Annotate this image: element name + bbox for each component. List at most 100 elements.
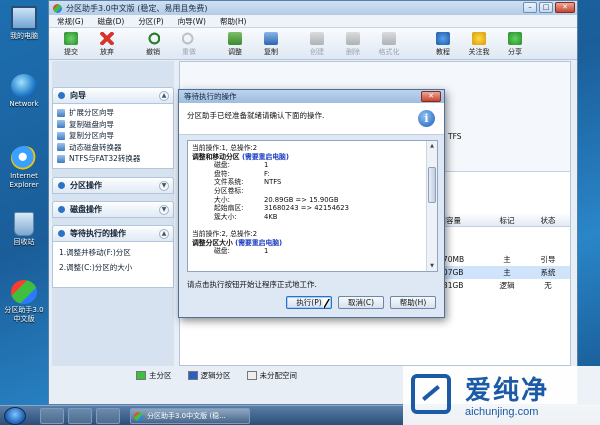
wizard-item-copy-disk[interactable]: 复制磁盘向导 (57, 119, 169, 131)
menu-help[interactable]: 帮助(H) (220, 16, 247, 27)
taskbar-task-partition-assistant[interactable]: 分区助手3.0中文版 (稳... (130, 408, 250, 424)
extend-wizard-icon (57, 108, 65, 117)
op-field: 分区卷标: (192, 187, 424, 196)
scroll-down-icon[interactable]: ▼ (427, 261, 437, 271)
info-icon: i (418, 110, 435, 127)
partition-assistant-icon (11, 280, 37, 304)
start-button[interactable] (4, 407, 26, 425)
pending-op-item[interactable]: 2.调整(C:)分区的大小 (57, 262, 169, 274)
pending-ops-title: 等待执行的操作 (70, 228, 126, 238)
menu-wizard[interactable]: 向导(W) (178, 16, 206, 27)
delete-button[interactable]: 删除 (335, 32, 371, 59)
wizard-item-label: NTFS与FAT32转换器 (69, 154, 141, 164)
follow-label: 关注我 (468, 48, 490, 56)
legend-primary: 主分区 (136, 370, 172, 381)
scroll-up-icon[interactable]: ▲ (427, 141, 437, 151)
undo-icon (146, 32, 160, 45)
wizard-panel-header[interactable]: 向导 ▲ (52, 87, 174, 104)
redo-button[interactable]: 重做 (171, 32, 207, 59)
taskbar-pinned-explorer[interactable] (68, 408, 92, 424)
watermark: 爱纯净 aichunjing.com (403, 366, 600, 425)
commit-label: 提交 (64, 48, 78, 56)
collapse-icon[interactable]: ▲ (159, 91, 169, 101)
partition-ops-header[interactable]: 分区操作 ▼ (52, 176, 174, 194)
desktop-icon-ie[interactable]: Internet Explorer (2, 146, 46, 190)
create-button[interactable]: 创建 (299, 32, 335, 59)
minimize-button[interactable]: – (523, 2, 537, 13)
cancel-button[interactable]: 取消(C) (338, 296, 384, 309)
format-label: 格式化 (378, 48, 400, 56)
pending-operations-dialog: 等待执行的操作 ✕ 分区助手已经准备就绪请确认下面的操作. i 当前操作:1, … (178, 89, 445, 318)
window-title: 分区助手3.0中文版 (稳定、易用且免费) (66, 3, 208, 13)
follow-icon (472, 32, 486, 45)
op-hint: (需要重启电脑) (241, 152, 289, 161)
pending-ops-body: 1.调整并移动(F:)分区 2.调整(C:)分区的大小 (52, 241, 174, 288)
wizard-item-ntfs-fat32[interactable]: NTFS与FAT32转换器 (57, 153, 169, 165)
maximize-button[interactable]: □ (539, 2, 553, 13)
resize-button[interactable]: 调整 (217, 32, 253, 59)
undo-label: 撤销 (146, 48, 160, 56)
menu-general[interactable]: 常规(G) (57, 16, 84, 27)
help-button[interactable]: 帮助(H) (390, 296, 436, 309)
wizard-item-copy-partition[interactable]: 复制分区向导 (57, 130, 169, 142)
field-value: 1 (264, 247, 269, 256)
converter-icon (57, 154, 65, 163)
desktop-icon-recycle-bin[interactable]: 回收站 (2, 212, 46, 247)
operations-list[interactable]: 当前操作:1, 总操作:2 调整和移动分区 (需要重启电脑) 磁盘: 1 盘符: F… (187, 140, 438, 272)
operations-scrollbar[interactable]: ▲ ▼ (426, 141, 437, 271)
dialog-close-button[interactable]: ✕ (421, 91, 441, 102)
op-field: 大小: 20.89GB => 15.90GB (192, 196, 424, 205)
taskbar-pinned-ie[interactable] (40, 408, 64, 424)
commit-button[interactable]: 提交 (53, 32, 89, 59)
expand-icon[interactable]: ▼ (159, 204, 169, 215)
cell-flag: 逻辑 (499, 281, 515, 290)
pending-op-item[interactable]: 1.调整并移动(F:)分区 (57, 247, 169, 259)
menu-partition[interactable]: 分区(P) (138, 16, 163, 27)
cell-status: 引导 (540, 255, 556, 264)
tutorial-button[interactable]: 教程 (425, 32, 461, 59)
dialog-header: 分区助手已经准备就绪请确认下面的操作. i (179, 103, 444, 135)
column-header-flag[interactable]: 标记 (486, 215, 528, 226)
recycle-bin-icon (14, 212, 34, 236)
menu-disk[interactable]: 磁盘(D) (98, 16, 125, 27)
legend-unallocated: 未分配空间 (246, 370, 297, 381)
unallocated-swatch (246, 371, 257, 380)
filesystem-hint: TFS (448, 132, 462, 141)
scroll-thumb[interactable] (428, 167, 436, 203)
ie-icon (11, 146, 37, 170)
wizard-item-label: 扩展分区向导 (69, 108, 114, 118)
share-button[interactable]: 分享 (497, 32, 533, 59)
desktop-icon-partition-assistant[interactable]: 分区助手3.0中文版 (2, 280, 46, 324)
collapse-icon[interactable]: ▲ (159, 228, 169, 239)
disk-ops-title: 磁盘操作 (70, 204, 102, 214)
disk-ops-icon (58, 205, 65, 213)
window-titlebar[interactable]: 分区助手3.0中文版 (稳定、易用且免费) – □ ✕ (49, 1, 577, 15)
expand-icon[interactable]: ▼ (159, 180, 169, 191)
pending-ops-header[interactable]: 等待执行的操作 ▲ (52, 224, 174, 242)
dialog-header-text: 分区助手已经准备就绪请确认下面的操作. (187, 111, 325, 120)
wizard-item-extend[interactable]: 扩展分区向导 (57, 107, 169, 119)
mouse-cursor-icon (323, 298, 329, 308)
copy-button[interactable]: 复制 (253, 32, 289, 59)
op-counter: 当前操作:1, 总操作:2 (192, 144, 258, 152)
taskbar-pinned-media[interactable] (96, 408, 120, 424)
op-title: 调整和移动分区 (需要重启电脑) (192, 153, 424, 162)
undo-button[interactable]: 撤销 (135, 32, 171, 59)
follow-button[interactable]: 关注我 (461, 32, 497, 59)
primary-swatch (136, 371, 146, 380)
column-header-status[interactable]: 状态 (528, 215, 568, 226)
wizard-icon (58, 92, 65, 99)
op-hint: (需要重启电脑) (235, 238, 283, 247)
close-button[interactable]: ✕ (555, 2, 575, 13)
discard-label: 放弃 (100, 48, 114, 56)
format-button[interactable]: 格式化 (371, 32, 407, 59)
dialog-titlebar[interactable]: 等待执行的操作 (179, 90, 444, 103)
copy-icon (264, 32, 278, 45)
desktop-icon-network[interactable]: Network (2, 74, 46, 109)
disk-ops-header[interactable]: 磁盘操作 ▼ (52, 200, 174, 218)
wizard-item-dynamic-disk[interactable]: 动态磁盘转换器 (57, 142, 169, 154)
desktop-icon-computer[interactable]: 我的电脑 (2, 6, 46, 41)
computer-icon (11, 6, 37, 30)
op-field: 磁盘: 1 (192, 247, 424, 256)
discard-button[interactable]: 放弃 (89, 32, 125, 59)
